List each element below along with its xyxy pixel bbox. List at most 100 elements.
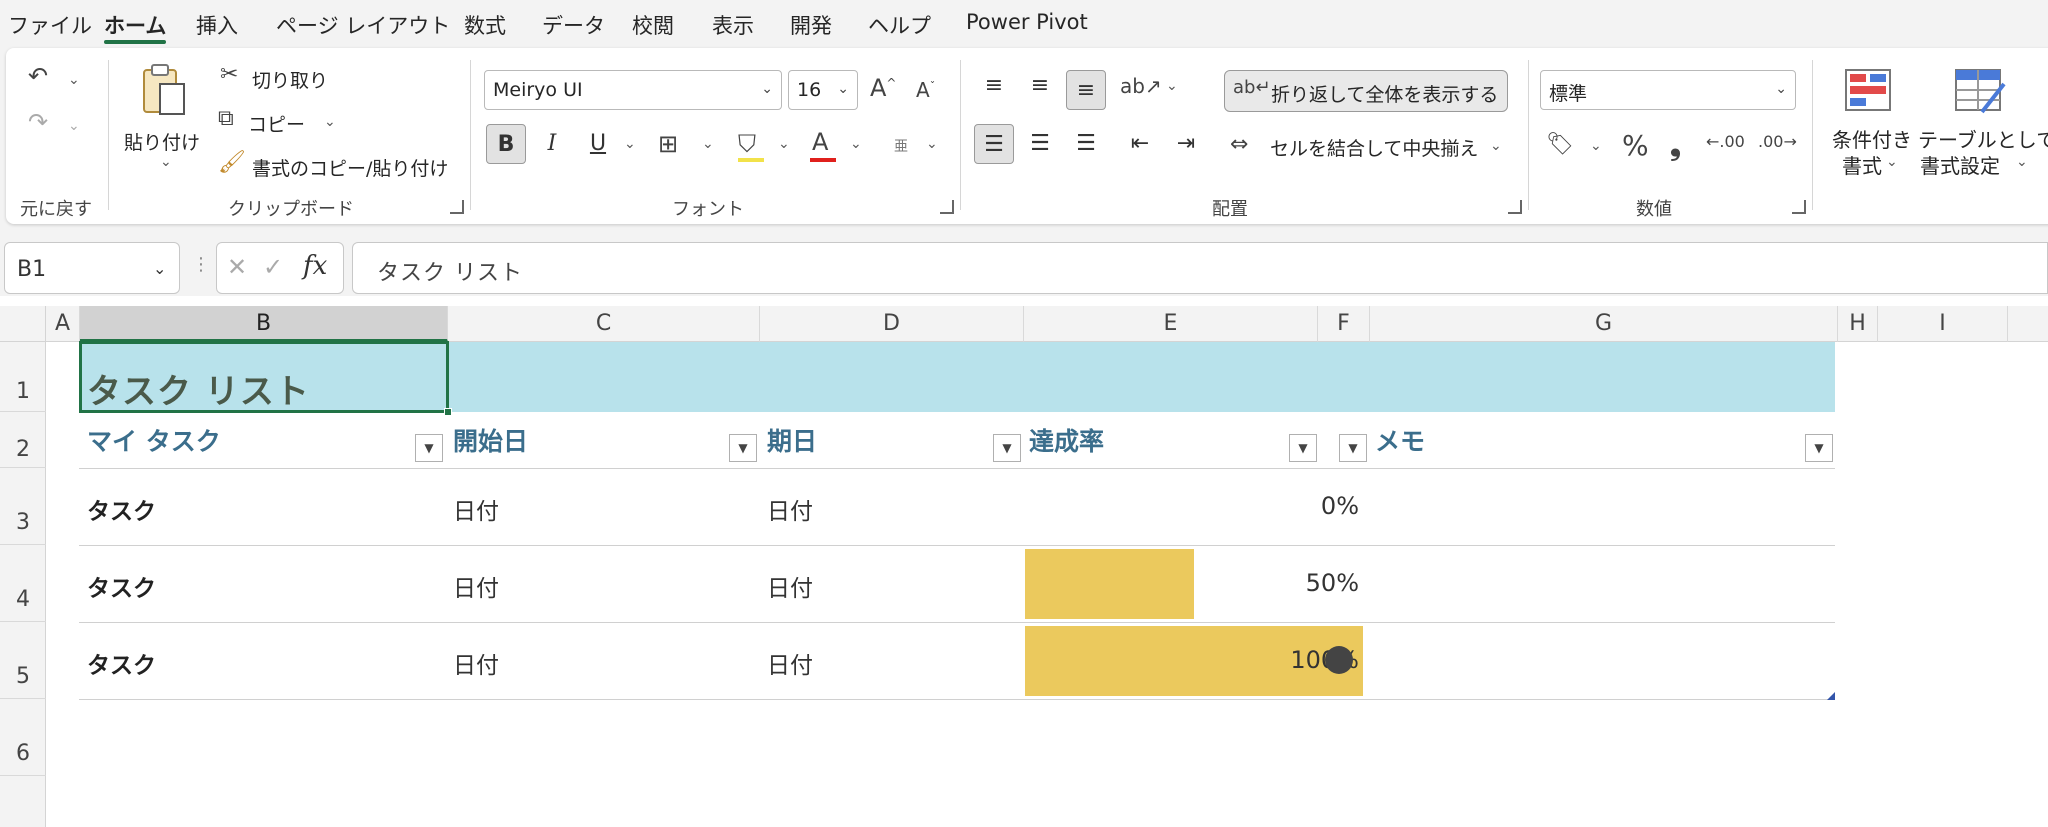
chevron-down-icon[interactable]: ⌄: [153, 259, 166, 278]
number-launcher-icon[interactable]: [1792, 200, 1806, 214]
percent-button[interactable]: %: [1622, 132, 1649, 160]
alignment-launcher-icon[interactable]: [1508, 200, 1522, 214]
underline-dropdown-icon[interactable]: ⌄: [624, 136, 636, 152]
filter-dropdown-icon[interactable]: ▼: [1289, 434, 1317, 462]
increase-font-icon[interactable]: A^: [870, 76, 896, 100]
column-header-d[interactable]: D: [760, 306, 1024, 342]
phonetic-dropdown-icon[interactable]: ⌄: [926, 136, 938, 152]
conditional-formatting-label-2[interactable]: 書式: [1842, 150, 1882, 179]
paste-button[interactable]: 貼り付け: [124, 128, 200, 155]
select-all-corner[interactable]: [0, 306, 46, 342]
menu-file[interactable]: ファイル: [8, 10, 92, 40]
filter-dropdown-icon[interactable]: ▼: [1805, 434, 1833, 462]
format-painter-button[interactable]: 書式のコピー/貼り付け: [252, 154, 448, 181]
row-header-6[interactable]: 6: [0, 699, 46, 776]
table-resize-handle[interactable]: [1827, 692, 1835, 700]
start-date-cell[interactable]: 日付: [453, 492, 499, 526]
header-progress[interactable]: 達成率: [1029, 422, 1104, 458]
task-cell[interactable]: タスク: [87, 492, 156, 526]
column-header-h[interactable]: H: [1838, 306, 1878, 342]
paste-icon[interactable]: [140, 62, 188, 118]
cut-icon[interactable]: ✂: [220, 64, 238, 86]
column-header-f[interactable]: F: [1318, 306, 1370, 342]
decrease-font-icon[interactable]: Aˇ: [916, 80, 935, 100]
name-box[interactable]: B1 ⌄: [4, 242, 180, 294]
paste-dropdown-icon[interactable]: ⌄: [160, 154, 172, 170]
font-name-combo[interactable]: Meiryo UI ⌄: [484, 70, 782, 110]
align-center-icon[interactable]: ☰: [1020, 124, 1060, 164]
due-date-cell[interactable]: 日付: [767, 569, 813, 603]
orientation-dropdown-icon[interactable]: ⌄: [1166, 78, 1178, 94]
borders-dropdown-icon[interactable]: ⌄: [702, 136, 714, 152]
menu-help[interactable]: ヘルプ: [868, 10, 931, 40]
column-header-i[interactable]: I: [1878, 306, 2008, 342]
format-as-table-dropdown-icon[interactable]: ⌄: [2016, 154, 2028, 170]
task-cell[interactable]: タスク: [87, 646, 156, 680]
currency-dropdown-icon[interactable]: ⌄: [1590, 138, 1602, 154]
menu-data[interactable]: データ: [542, 10, 605, 40]
align-right-icon[interactable]: ☰: [1066, 124, 1106, 164]
align-left-icon[interactable]: ☰: [974, 124, 1014, 164]
row-header-4[interactable]: 4: [0, 545, 46, 622]
column-header-a[interactable]: A: [46, 306, 80, 342]
bold-button[interactable]: B: [486, 124, 526, 164]
enter-icon[interactable]: ✓: [263, 253, 283, 281]
conditional-formatting-icon[interactable]: [1844, 68, 1892, 112]
merge-center-button[interactable]: セルを結合して中央揃え: [1270, 134, 1478, 161]
undo-dropdown-icon[interactable]: ⌄: [68, 72, 80, 88]
start-date-cell[interactable]: 日付: [453, 569, 499, 603]
align-bottom-icon[interactable]: ≡: [1066, 70, 1106, 110]
column-header-e[interactable]: E: [1024, 306, 1318, 342]
formula-input[interactable]: タスク リスト: [352, 242, 2048, 294]
fill-color-icon[interactable]: ⛉: [738, 132, 756, 156]
conditional-formatting-label-1[interactable]: 条件付き: [1832, 124, 1912, 153]
menu-page-layout[interactable]: ページ レイアウト: [276, 10, 450, 40]
menu-power-pivot[interactable]: Power Pivot: [966, 10, 1088, 34]
header-start-date[interactable]: 開始日: [453, 422, 528, 458]
format-as-table-label-1[interactable]: テーブルとして: [1918, 124, 2048, 153]
merge-dropdown-icon[interactable]: ⌄: [1490, 138, 1502, 154]
number-format-combo[interactable]: 標準 ⌄: [1540, 70, 1796, 110]
column-header-b[interactable]: B: [80, 306, 448, 342]
currency-icon[interactable]: 🏷: [1546, 134, 1574, 156]
menu-home[interactable]: ホーム: [104, 10, 166, 40]
menu-formulas[interactable]: 数式: [464, 10, 506, 40]
copy-dropdown-icon[interactable]: ⌄: [324, 114, 336, 130]
due-date-cell[interactable]: 日付: [767, 646, 813, 680]
undo-icon[interactable]: ↶: [28, 64, 48, 88]
row-header-5[interactable]: 5: [0, 622, 46, 699]
increase-decimal-icon[interactable]: ←.00: [1706, 134, 1745, 150]
format-painter-icon[interactable]: 🖌: [218, 152, 246, 174]
wrap-text-button[interactable]: ab↵ 折り返して全体を表示する: [1224, 70, 1508, 112]
filter-dropdown-icon[interactable]: ▼: [1339, 434, 1367, 462]
worksheet[interactable]: タスク リスト マイ タスク ▼ 開始日 ▼ 期日 ▼ 達成率 ▼ ▼ メモ ▼…: [47, 341, 2048, 827]
progress-cell[interactable]: 0%: [1219, 492, 1359, 520]
menu-view[interactable]: 表示: [712, 10, 754, 40]
align-middle-icon[interactable]: ≡: [1020, 66, 1060, 106]
merge-center-icon[interactable]: ⇔: [1230, 134, 1248, 156]
cut-button[interactable]: 切り取り: [252, 66, 328, 93]
filter-dropdown-icon[interactable]: ▼: [729, 434, 757, 462]
orientation-icon[interactable]: ab↗: [1120, 76, 1162, 96]
header-memo[interactable]: メモ: [1375, 422, 1425, 458]
format-as-table-label-2[interactable]: 書式設定: [1920, 150, 2000, 179]
row-header-3[interactable]: 3: [0, 468, 46, 545]
underline-button[interactable]: U: [578, 124, 618, 164]
decrease-decimal-icon[interactable]: .00→: [1758, 134, 1797, 150]
progress-cell[interactable]: 50%: [1219, 569, 1359, 597]
font-launcher-icon[interactable]: [940, 200, 954, 214]
menu-developer[interactable]: 開発: [790, 10, 832, 40]
font-color-icon[interactable]: A: [812, 130, 828, 154]
increase-indent-icon[interactable]: ⇥: [1166, 124, 1206, 164]
task-cell[interactable]: タスク: [87, 569, 156, 603]
menu-insert[interactable]: 挿入: [196, 10, 238, 40]
copy-button[interactable]: コピー: [248, 110, 305, 137]
header-due-date[interactable]: 期日: [767, 422, 817, 458]
insert-function-icon[interactable]: fx: [303, 251, 327, 281]
comma-button[interactable]: ❟: [1670, 132, 1681, 160]
conditional-dropdown-icon[interactable]: ⌄: [1886, 154, 1898, 170]
clipboard-launcher-icon[interactable]: [450, 200, 464, 214]
decrease-indent-icon[interactable]: ⇤: [1120, 124, 1160, 164]
row-header-1[interactable]: 1: [0, 342, 46, 412]
row-header-2[interactable]: 2: [0, 412, 46, 468]
